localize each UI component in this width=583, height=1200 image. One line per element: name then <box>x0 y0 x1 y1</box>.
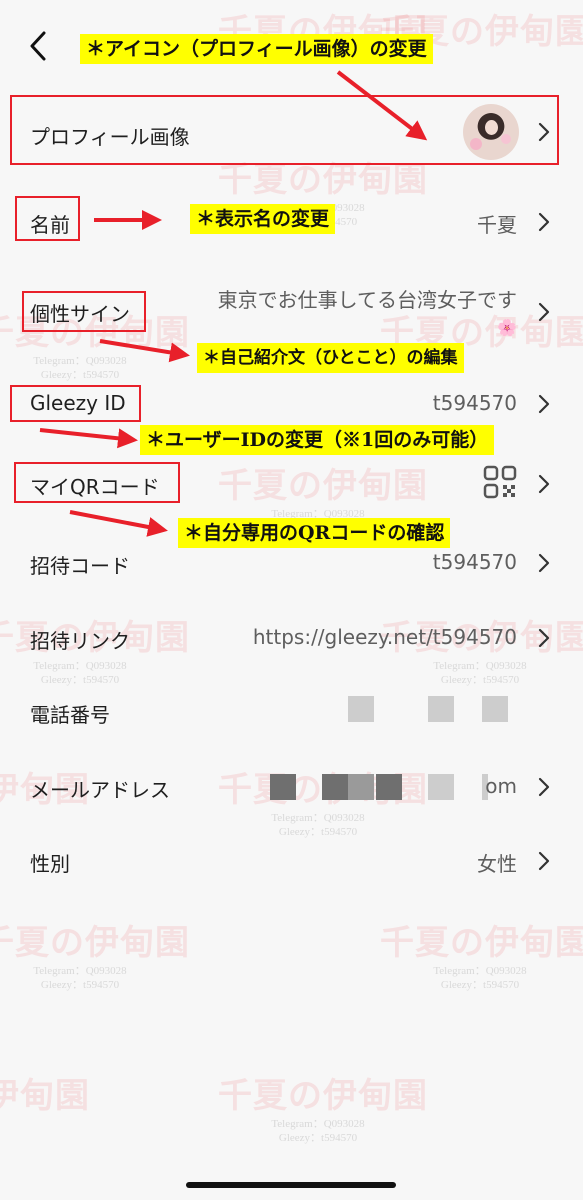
invite-code-value: t594570 <box>432 550 517 574</box>
row-label: 性別 <box>30 852 70 876</box>
home-indicator[interactable] <box>186 1182 396 1188</box>
qr-code-icon <box>483 465 517 499</box>
signature-emoji: 🌸 <box>497 318 517 337</box>
watermark: 千夏の伊甸園Telegram：Q093028Gleezy：t594570 <box>0 923 190 991</box>
email-value-tail: om <box>485 774 517 798</box>
highlight-box <box>15 196 80 241</box>
annotation-note: ＊自分専用のQRコードの確認 <box>178 518 451 548</box>
highlight-box <box>22 291 146 332</box>
highlight-box <box>10 385 141 422</box>
redacted-block <box>376 774 402 800</box>
watermark: 千夏の伊甸園Telegram：Q093028Gleezy：t594570 <box>218 1076 428 1144</box>
annotation-note: ＊ユーザーIDの変更（※1回のみ可能） <box>140 425 495 455</box>
chevron-right-icon <box>538 394 550 414</box>
chevron-right-icon <box>538 474 550 494</box>
row-email[interactable]: メールアドレス om <box>0 761 583 811</box>
gleezy-id-value: t594570 <box>432 391 517 415</box>
gender-value: 女性 <box>477 852 517 876</box>
annotation-note: ＊表示名の変更 <box>190 204 336 234</box>
redacted-block <box>428 774 454 800</box>
watermark: 千夏の伊甸園Telegram：Q093028Gleezy：t594570 <box>380 923 583 991</box>
annotation-note: ＊アイコン（プロフィール画像）の変更 <box>80 34 433 64</box>
row-label: 招待コード <box>30 554 130 578</box>
redacted-block <box>322 774 348 800</box>
chevron-right-icon <box>538 553 550 573</box>
redacted-block <box>348 774 374 800</box>
highlight-box <box>14 462 180 503</box>
invite-link-value: https://gleezy.net/t594570 <box>252 625 517 649</box>
row-phone[interactable]: 電話番号 <box>0 686 583 736</box>
chevron-right-icon <box>538 628 550 648</box>
row-gender[interactable]: 性別 女性 <box>0 835 583 885</box>
redacted-block <box>270 774 296 800</box>
redacted-block <box>428 696 454 722</box>
row-label: 電話番号 <box>30 703 110 727</box>
highlight-box <box>10 95 559 165</box>
redacted-block <box>348 696 374 722</box>
signature-value: 東京でお仕事してる台湾女子です <box>217 288 517 312</box>
chevron-left-icon[interactable] <box>26 28 52 64</box>
row-invite-link[interactable]: 招待リンク https://gleezy.net/t594570 <box>0 612 583 662</box>
name-value: 千夏 <box>477 213 517 237</box>
watermark: 千夏の伊甸園 <box>0 1076 90 1116</box>
chevron-right-icon <box>538 777 550 797</box>
row-label: 招待リンク <box>30 629 130 653</box>
chevron-right-icon <box>538 212 550 232</box>
chevron-right-icon <box>538 851 550 871</box>
chevron-right-icon <box>538 302 550 322</box>
annotation-note: ＊自己紹介文（ひとこと）の編集 <box>197 343 464 373</box>
redacted-block <box>482 696 508 722</box>
annotation-arrows <box>39 70 428 537</box>
row-label: メールアドレス <box>30 778 170 802</box>
